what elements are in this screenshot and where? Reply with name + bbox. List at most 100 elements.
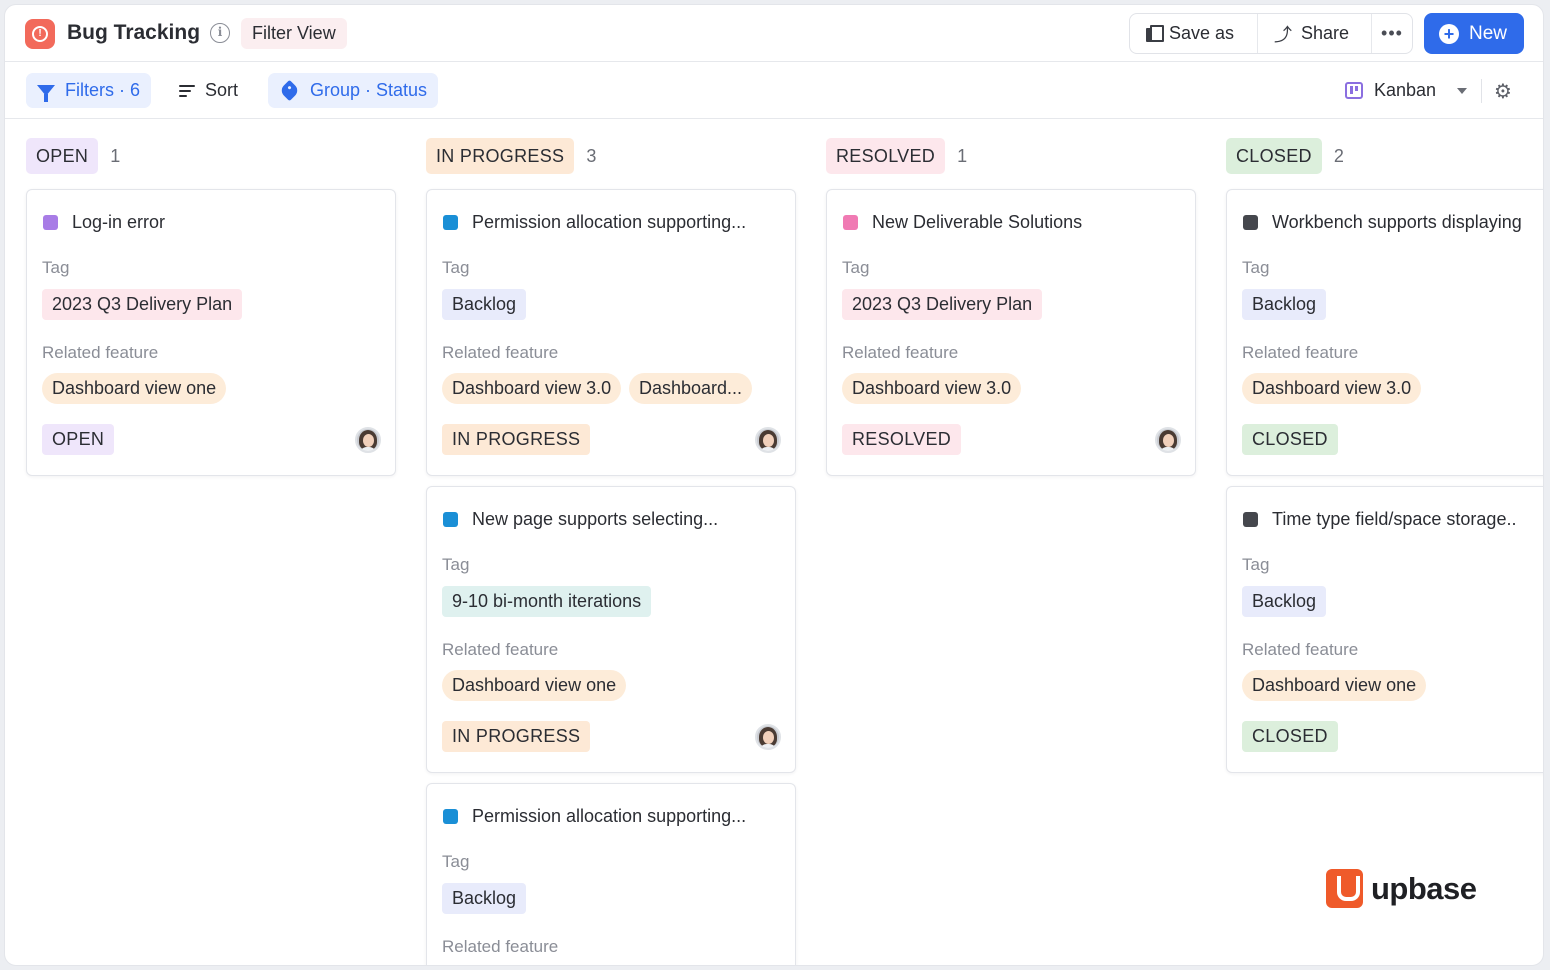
column-status-label: IN PROGRESS <box>426 138 575 174</box>
tag-label: Tag <box>442 555 470 574</box>
avatar[interactable] <box>355 427 381 453</box>
card-status-badge: IN PROGRESS <box>442 721 591 752</box>
card-title-text: Workbench supports displaying <box>1272 212 1522 232</box>
status-dot-icon <box>1243 215 1258 230</box>
kanban-icon <box>1345 82 1363 99</box>
view-mode-label: Kanban <box>1374 80 1437 100</box>
card-title-text: New Deliverable Solutions <box>872 212 1083 232</box>
column-count: 2 <box>1333 145 1344 166</box>
related-feature-label: Related feature <box>1242 343 1359 362</box>
upbase-logo: upbase <box>1326 869 1477 908</box>
card-title-text: New page supports selecting... <box>472 509 719 529</box>
column-status-label: OPEN <box>26 138 99 174</box>
filters-button[interactable]: Filters · 6 <box>26 73 152 108</box>
issue-card[interactable]: New Deliverable Solutions Tag 2023 Q3 Deli… <box>826 189 1196 476</box>
avatar[interactable] <box>755 724 781 750</box>
bug-icon: ! <box>25 19 55 49</box>
card-title: Permission allocation supporting... <box>443 212 746 233</box>
app-window: ! Bug Tracking i Filter View Save as ⤴ S… <box>4 4 1544 966</box>
tag-chip[interactable]: 2023 Q3 Delivery Plan <box>842 289 1043 320</box>
tag-label: Tag <box>442 852 470 871</box>
issue-card[interactable]: Log-in error Tag 2023 Q3 Delivery Plan Rela… <box>26 189 396 476</box>
column-status-label: CLOSED <box>1226 138 1322 174</box>
caret-down-icon <box>1457 87 1468 94</box>
card-title: Workbench supports displaying <box>1243 212 1522 233</box>
upbase-logo-text: upbase <box>1371 870 1477 906</box>
status-dot-icon <box>443 215 458 230</box>
tag-chip[interactable]: 9-10 bi-month iterations <box>442 586 652 617</box>
share-icon: ⤴ <box>1274 24 1292 45</box>
status-dot-icon <box>43 215 58 230</box>
sort-icon <box>179 84 195 97</box>
related-feature-chip[interactable]: Dashboard view 3.0 <box>842 373 1022 404</box>
upbase-logo-icon <box>1326 869 1363 908</box>
card-title: Permission allocation supporting... <box>443 806 746 827</box>
column-status-label: RESOLVED <box>826 138 946 174</box>
tag-label: Tag <box>442 258 470 277</box>
status-dot-icon <box>843 215 858 230</box>
issue-card[interactable]: Time type field/space storage.. Tag Backlo… <box>1226 486 1543 773</box>
card-title: Time type field/space storage.. <box>1243 509 1516 530</box>
column-header: IN PROGRESS 3 <box>426 138 596 174</box>
card-status-badge: IN PROGRESS <box>442 424 591 455</box>
view-name-button[interactable]: Filter View <box>241 18 347 49</box>
related-feature-chip[interactable]: Dashboard... <box>629 373 753 404</box>
related-feature-chip[interactable]: Dashboard view one <box>442 670 627 701</box>
related-feature-chip[interactable]: Dashboard view 3.0 <box>442 373 622 404</box>
related-feature-chip[interactable]: Dashboard view one <box>1242 670 1427 701</box>
related-feature-label: Related feature <box>42 343 159 362</box>
card-status-badge: CLOSED <box>1242 424 1338 455</box>
column-count: 3 <box>586 145 597 166</box>
toolbar: Filters · 6 Sort Group · Status Kanban ⚙ <box>5 62 1543 119</box>
filter-icon <box>37 85 55 102</box>
share-button[interactable]: ⤴ Share <box>1258 14 1372 53</box>
header-bar: ! Bug Tracking i Filter View Save as ⤴ S… <box>5 5 1543 62</box>
new-label: New <box>1469 22 1508 44</box>
info-icon[interactable]: i <box>210 23 230 43</box>
board-column: OPEN 1 Log-in error Tag 2023 Q3 Delivery Pla… <box>26 119 396 965</box>
group-button[interactable]: Group · Status <box>268 73 439 108</box>
issue-card[interactable]: Workbench supports displaying Tag Backlog R… <box>1226 189 1543 476</box>
tag-chip[interactable]: Backlog <box>442 289 527 320</box>
avatar[interactable] <box>755 427 781 453</box>
card-status-badge: OPEN <box>42 424 115 455</box>
tag-chip[interactable]: Backlog <box>442 883 527 914</box>
issue-card[interactable]: Permission allocation supporting... Tag Ba… <box>426 783 796 965</box>
card-title-text: Permission allocation supporting... <box>472 806 747 826</box>
more-options-button[interactable]: ••• <box>1372 14 1412 53</box>
sort-button[interactable]: Sort <box>168 73 249 108</box>
tag-label: Tag <box>1242 258 1270 277</box>
board-column: RESOLVED 1 New Deliverable Solutions Tag 202… <box>826 119 1196 965</box>
column-header: CLOSED 2 <box>1226 138 1344 174</box>
related-feature-label: Related feature <box>842 343 959 362</box>
column-count: 1 <box>957 145 968 166</box>
tag-label: Tag <box>842 258 870 277</box>
save-as-label: Save as <box>1169 23 1235 43</box>
share-label: Share <box>1301 23 1350 43</box>
related-feature-label: Related feature <box>1242 640 1359 659</box>
card-status-badge: CLOSED <box>1242 721 1338 752</box>
card-title-text: Permission allocation supporting... <box>472 212 747 232</box>
issue-card[interactable]: New page supports selecting... Tag 9-10 bi… <box>426 486 796 773</box>
tag-chip[interactable]: Backlog <box>1242 289 1327 320</box>
column-header: RESOLVED 1 <box>826 138 967 174</box>
status-dot-icon <box>443 512 458 527</box>
tag-chip[interactable]: 2023 Q3 Delivery Plan <box>42 289 243 320</box>
save-as-button[interactable]: Save as <box>1130 14 1258 53</box>
gear-icon[interactable]: ⚙ <box>1493 82 1513 102</box>
column-count: 1 <box>110 145 121 166</box>
card-title: Log-in error <box>43 212 165 233</box>
column-header: OPEN 1 <box>26 138 120 174</box>
issue-card[interactable]: Permission allocation supporting... Tag Ba… <box>426 189 796 476</box>
avatar[interactable] <box>1155 427 1181 453</box>
board-column: CLOSED 2 Workbench supports displaying Tag B… <box>1226 119 1543 965</box>
new-button[interactable]: + New <box>1424 13 1524 54</box>
page-title: Bug Tracking <box>67 21 201 44</box>
related-feature-chip[interactable]: Dashboard view 3.0 <box>1242 373 1422 404</box>
view-mode-select[interactable]: Kanban <box>1345 73 1468 108</box>
related-feature-chip[interactable]: Dashboard view one <box>42 373 227 404</box>
tag-chip[interactable]: Backlog <box>1242 586 1327 617</box>
tag-label: Tag <box>1242 555 1270 574</box>
toolbar-divider <box>1481 79 1482 103</box>
card-title: New page supports selecting... <box>443 509 718 530</box>
